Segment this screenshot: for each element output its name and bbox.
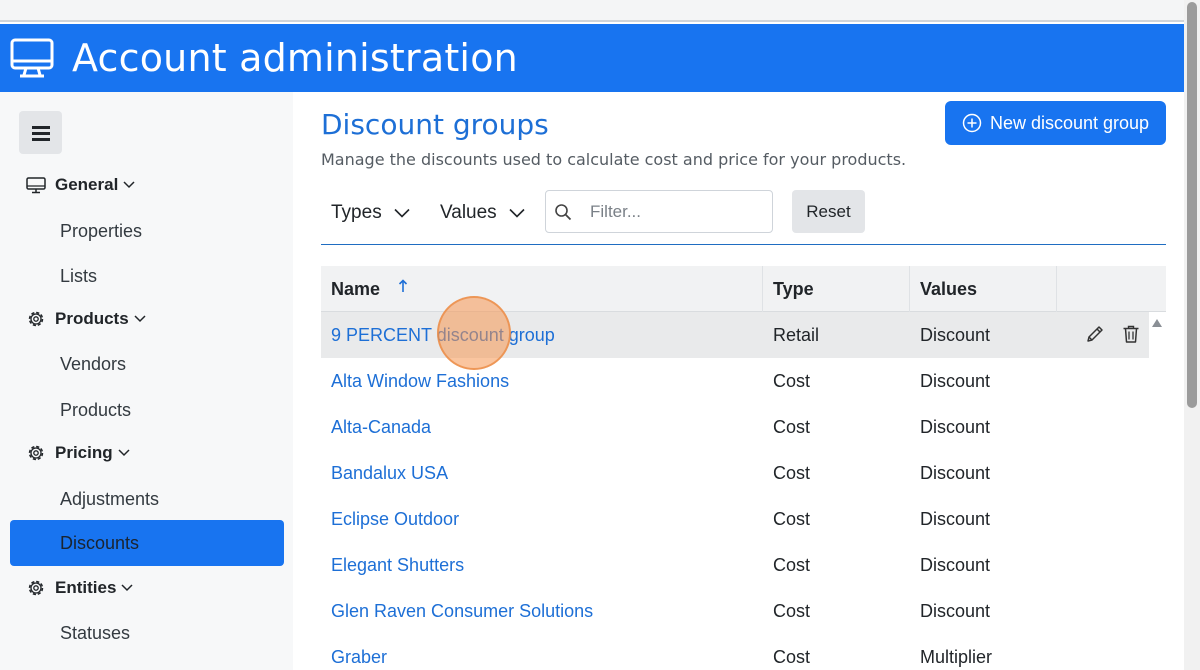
table-row[interactable]: Eclipse Outdoor Cost Discount [321, 496, 1149, 542]
monitor-icon [26, 177, 46, 194]
table-row[interactable]: Glen Raven Consumer Solutions Cost Disco… [321, 588, 1149, 634]
row-name-link[interactable]: Bandalux USA [331, 463, 448, 484]
reset-button[interactable]: Reset [792, 190, 865, 233]
page-scrollbar-thumb[interactable] [1187, 2, 1197, 408]
sidebar-item-label: Discounts [60, 533, 140, 553]
caret-down-icon [134, 315, 146, 323]
row-values: Discount [920, 463, 991, 483]
sidebar-item-discounts[interactable]: Discounts [10, 520, 284, 566]
row-type: Cost [773, 601, 811, 621]
caret-down-icon [123, 181, 135, 189]
row-type: Cost [773, 371, 811, 391]
app-title: Account administration [72, 36, 518, 80]
row-type: Cost [773, 555, 811, 575]
column-header-name[interactable]: Name [321, 266, 763, 312]
filter-search-box[interactable] [545, 190, 773, 233]
row-name-link[interactable]: Glen Raven Consumer Solutions [331, 601, 593, 622]
gear-icon [28, 445, 44, 461]
sidebar-section-label: Entities [55, 578, 117, 597]
row-type: Cost [773, 509, 811, 529]
values-dropdown-label: Values [440, 202, 497, 223]
new-discount-group-label: New discount group [989, 112, 1150, 133]
sidebar-section-entities[interactable]: Entities [26, 578, 133, 598]
sidebar-section-products[interactable]: Products [26, 309, 146, 329]
sort-ascending-icon [398, 279, 408, 292]
row-actions [1085, 324, 1141, 344]
sidebar-item-vendors[interactable]: Vendors [60, 354, 126, 375]
row-values: Discount [920, 509, 991, 529]
page-title: Discount groups [321, 108, 549, 141]
table-row[interactable]: Elegant Shutters Cost Discount [321, 542, 1149, 588]
table-row[interactable]: Alta Window Fashions Cost Discount [321, 358, 1149, 404]
gear-icon [28, 580, 44, 596]
sidebar-section-label: General [55, 175, 119, 194]
caret-down-icon [118, 449, 130, 457]
row-type: Cost [773, 463, 811, 483]
values-dropdown[interactable]: Values [440, 202, 525, 224]
chevron-down-icon [509, 208, 525, 218]
page-description: Manage the discounts used to calculate c… [321, 150, 907, 169]
sidebar-item-products[interactable]: Products [60, 400, 131, 421]
sidebar: General Properties Lists Products Vendor… [0, 92, 293, 670]
search-icon [555, 204, 572, 221]
sidebar-item-statuses[interactable]: Statuses [60, 623, 130, 644]
row-values: Discount [920, 325, 991, 345]
sidebar-section-label: Pricing [55, 443, 113, 462]
row-type: Retail [773, 325, 820, 345]
row-name-link[interactable]: Eclipse Outdoor [331, 509, 459, 530]
filter-input[interactable] [590, 200, 760, 224]
table-row[interactable]: Bandalux USA Cost Discount [321, 450, 1149, 496]
row-name-link[interactable]: Elegant Shutters [331, 555, 464, 576]
gear-icon [28, 311, 44, 327]
column-header-type[interactable]: Type [763, 266, 910, 312]
table-row[interactable]: Alta-Canada Cost Discount [321, 404, 1149, 450]
types-dropdown[interactable]: Types [331, 202, 410, 224]
page-scrollbar[interactable] [1184, 0, 1200, 670]
row-values: Discount [920, 601, 991, 621]
row-type: Cost [773, 647, 811, 667]
row-type: Cost [773, 417, 811, 437]
row-values: Discount [920, 371, 991, 391]
sidebar-section-pricing[interactable]: Pricing [26, 443, 130, 463]
table-row[interactable]: Graber Cost Multiplier [321, 634, 1149, 670]
new-discount-group-button[interactable]: New discount group [945, 101, 1166, 145]
browser-top-strip [0, 0, 1184, 22]
app-header: Account administration [0, 24, 1184, 92]
column-header-actions [1057, 266, 1166, 312]
column-header-values[interactable]: Values [910, 266, 1057, 312]
row-values: Discount [920, 555, 991, 575]
sidebar-item-lists[interactable]: Lists [60, 266, 97, 287]
sidebar-item-properties[interactable]: Properties [60, 221, 142, 242]
sidebar-section-label: Products [55, 309, 129, 328]
monitor-icon [10, 38, 54, 78]
menu-toggle-button[interactable] [19, 111, 62, 154]
click-indicator [437, 296, 511, 370]
row-values: Multiplier [920, 647, 993, 667]
trash-icon[interactable] [1121, 324, 1141, 344]
sidebar-item-adjustments[interactable]: Adjustments [60, 489, 159, 510]
caret-down-icon [121, 584, 133, 592]
table-scroll-up-icon[interactable] [1151, 318, 1163, 328]
filter-bar: Types Values Reset [321, 189, 1166, 245]
hamburger-icon [31, 125, 50, 141]
plus-circle-icon [962, 113, 982, 133]
row-name-link[interactable]: Alta Window Fashions [331, 371, 509, 392]
pencil-icon[interactable] [1085, 324, 1105, 344]
row-name-link[interactable]: Alta-Canada [331, 417, 431, 438]
row-values: Discount [920, 417, 991, 437]
sidebar-section-general[interactable]: General [26, 175, 135, 195]
chevron-down-icon [394, 208, 410, 218]
types-dropdown-label: Types [331, 202, 382, 223]
row-name-link[interactable]: Graber [331, 647, 387, 668]
